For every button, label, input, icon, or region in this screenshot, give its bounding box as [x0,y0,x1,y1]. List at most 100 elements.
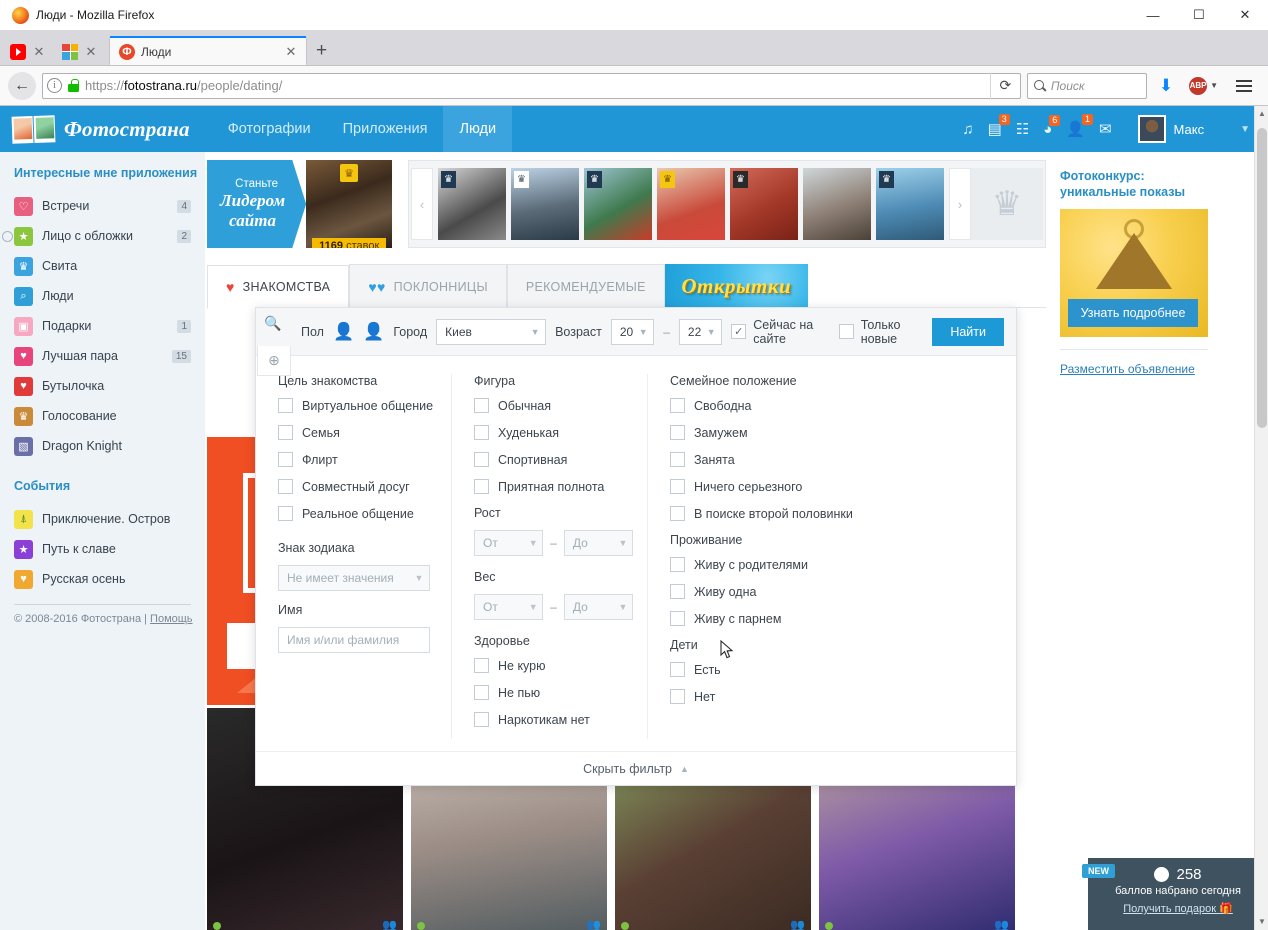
tab-poklonnicy[interactable]: ♥♥ ПОКЛОННИЦЫ [349,264,507,308]
figure-option-usual[interactable]: Обычная [474,398,633,413]
gift-icon[interactable]: 👥 [994,918,1009,930]
list-icon[interactable]: ☷ [1016,120,1029,138]
new-tab-button[interactable]: + [306,40,337,66]
site-brand[interactable]: Фотострана [64,117,190,142]
goal-option-family[interactable]: Семья [278,425,437,440]
page-info-icon[interactable]: i [47,78,62,93]
weight-to-select[interactable]: До ▼ [563,594,633,620]
marital-option-single[interactable]: Свободна [670,398,884,413]
help-link[interactable]: Помощь [150,613,193,625]
hide-filter-button[interactable]: Скрыть фильтр ▲ [256,751,1016,785]
downloads-icon[interactable]: ⬇ [1153,76,1179,96]
goal-option-real[interactable]: Реальное общение [278,506,437,521]
fotostrana-logo-icon[interactable] [11,114,56,144]
online-now-checkbox[interactable]: ✓ Сейчас на сайте [731,318,829,346]
sidebar-item-russkaya-osen[interactable]: ♥ Русская осень [14,564,205,594]
figure-option-slim[interactable]: Худенькая [474,425,633,440]
page-scrollbar[interactable]: ▲ ▼ [1254,106,1268,930]
browser-menu-button[interactable] [1228,79,1260,92]
reload-icon[interactable]: ⟳ [989,72,1020,99]
minimize-button[interactable]: — [1130,0,1176,30]
gift-icon[interactable]: 👥 [382,918,397,930]
sidebar-item-podarki[interactable]: ▣ Подарки 1 [14,311,205,341]
children-option-yes[interactable]: Есть [670,662,884,677]
sidebar-item-svita[interactable]: ♛ Свита [14,251,205,281]
search-tab-icon[interactable]: 🔍 [256,308,290,338]
marital-option-married[interactable]: Замужем [670,425,884,440]
tab-close-icon[interactable]: ✕ [284,44,298,60]
photo-strip-prev[interactable]: ‹ [411,168,433,240]
list-item[interactable]: ♛ [511,168,579,240]
figure-option-curvy[interactable]: Приятная полнота [474,479,633,494]
children-option-no[interactable]: Нет [670,689,884,704]
nav-item-photos[interactable]: Фотографии [212,106,327,152]
messages-icon[interactable]: ✉ [1099,120,1112,138]
leader-banner[interactable]: Станьте Лидером сайта [207,160,307,248]
gift-icon[interactable]: 👥 [790,918,805,930]
tab-otkrytki[interactable]: Открытки [664,264,808,308]
tab-znakomstva[interactable]: ♥ ЗНАКОМСТВА [207,265,350,309]
marital-option-seeking[interactable]: В поиске второй половинки [670,506,884,521]
list-item[interactable]: ♛ [730,168,798,240]
sidebar-item-dragon-knight[interactable]: ▧ Dragon Knight [14,431,205,461]
gender-male-icon[interactable]: 👤 [333,322,354,342]
nav-item-people[interactable]: Люди [443,106,513,152]
leader-photo[interactable]: ♛ 1169 ставок [306,160,392,248]
photo-strip-next[interactable]: › [949,168,971,240]
user-menu[interactable]: Макс ▼ [1137,115,1250,143]
height-to-select[interactable]: До ▼ [563,530,633,556]
goal-option-leisure[interactable]: Совместный досуг [278,479,437,494]
weight-from-select[interactable]: От ▼ [474,594,544,620]
browser-tab-youtube[interactable]: ✕ [6,36,58,66]
sidebar-item-golosovanie[interactable]: ♛ Голосование [14,401,205,431]
find-button[interactable]: Найти [932,317,1004,346]
age-to-select[interactable]: 22 ▼ [678,318,723,345]
tab-close-icon[interactable]: ✕ [32,44,46,60]
sidebar-item-butylochka[interactable]: ♥ Бутылочка [14,371,205,401]
list-item[interactable] [803,168,871,240]
scroll-up-icon[interactable]: ▲ [1255,106,1268,122]
new-only-checkbox[interactable]: Только новые [838,318,924,346]
gender-female-icon[interactable]: 👤 [363,322,384,342]
gift-icon[interactable]: 👥 [586,918,601,930]
list-item[interactable]: ♛ [584,168,652,240]
news-feed-icon[interactable]: ▤ 3 [988,114,1010,138]
address-bar[interactable]: i https://fotostrana.ru/people/dating/ ⟳ [42,72,1021,99]
health-option-nodrink[interactable]: Не пью [474,685,633,700]
tab-rekomenduemye[interactable]: РЕКОМЕНДУЕМЫЕ [506,264,665,308]
notifications-icon[interactable]: ◕ 6 [1043,114,1061,138]
window-close-button[interactable]: ✕ [1222,0,1268,30]
browser-tab-active[interactable]: Ф Люди ✕ [110,36,306,66]
goal-option-flirt[interactable]: Флирт [278,452,437,467]
list-item[interactable]: ♛ [657,168,725,240]
living-option-alone[interactable]: Живу одна [670,584,884,599]
health-option-nosmoke[interactable]: Не курю [474,658,633,673]
browser-search-box[interactable]: Поиск [1026,72,1147,99]
height-from-select[interactable]: От ▼ [474,530,544,556]
learn-more-button[interactable]: Узнать подробнее [1068,299,1198,327]
scrollbar-thumb[interactable] [1257,128,1267,428]
goal-option-virtual[interactable]: Виртуальное общение [278,398,437,413]
get-gift-link[interactable]: Получить подарок 🎁 [1098,902,1258,915]
scroll-down-icon[interactable]: ▼ [1255,914,1268,930]
sidebar-item-put-k-slave[interactable]: ★ Путь к славе [14,534,205,564]
sidebar-item-priklyuchenie-ostrov[interactable]: ⍋ Приключение. Остров [14,504,205,534]
health-option-nodrugs[interactable]: Наркотикам нет [474,712,633,727]
sidebar-item-luchshaya-para[interactable]: ♥ Лучшая пара 15 [14,341,205,371]
back-button[interactable]: ← [8,71,36,100]
list-item[interactable]: ♛ [876,168,944,240]
zodiac-select[interactable]: Не имеет значения ▼ [278,565,430,591]
sidebar-item-vstrechi[interactable]: ♡ Встречи 4 [14,191,205,221]
maximize-button[interactable]: ☐ [1176,0,1222,30]
figure-option-sporty[interactable]: Спортивная [474,452,633,467]
marital-option-taken[interactable]: Занята [670,452,884,467]
adblock-plus-button[interactable]: ABP ▼ [1185,76,1222,95]
city-select[interactable]: Киев ▼ [436,318,547,345]
chevron-down-icon[interactable]: ▼ [1240,124,1250,135]
marital-option-casual[interactable]: Ничего серьезного [670,479,884,494]
sidebar-item-lyudi[interactable]: ⌕ Люди [14,281,205,311]
age-from-select[interactable]: 20 ▼ [610,318,655,345]
browser-tab-apps[interactable]: ✕ [58,36,110,66]
friends-icon[interactable]: 👤 1 [1066,114,1093,138]
living-option-partner[interactable]: Живу с парнем [670,611,884,626]
